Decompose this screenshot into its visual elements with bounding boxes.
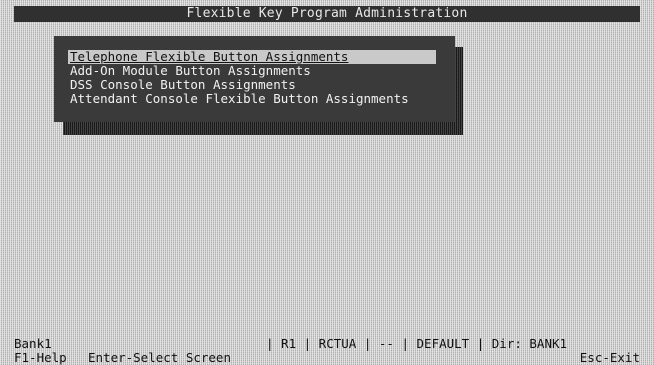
menu-item-telephone-flexible-button-assignments[interactable]: Telephone Flexible Button Assignments: [68, 50, 436, 64]
menu-item-add-on-module-button-assignments[interactable]: Add-On Module Button Assignments: [68, 64, 436, 78]
terminal-screen: Flexible Key Program Administration Tele…: [0, 0, 654, 365]
menu-list: Telephone Flexible Button Assignments Ad…: [68, 50, 436, 106]
status-bar: Bank1 | R1 | RCTUA | -- | DEFAULT | Dir:…: [14, 337, 640, 351]
select-key-hint[interactable]: Enter-Select Screen: [88, 351, 231, 365]
menu-item-dss-console-button-assignments[interactable]: DSS Console Button Assignments: [68, 78, 436, 92]
status-segment: | R1 | RCTUA | -- | DEFAULT | Dir: BANK1: [266, 336, 568, 351]
menu-box: Telephone Flexible Button Assignments Ad…: [54, 36, 455, 122]
bank-indicator: Bank1: [14, 336, 52, 351]
exit-key-hint[interactable]: Esc-Exit: [580, 351, 640, 365]
menu-item-attendant-console-flexible-button-assignments[interactable]: Attendant Console Flexible Button Assign…: [68, 92, 436, 106]
window-title: Flexible Key Program Administration: [14, 6, 640, 22]
help-key-hint[interactable]: F1-Help: [14, 351, 67, 365]
key-hints-bar: F1-Help Enter-Select Screen Esc-Exit: [14, 351, 640, 365]
